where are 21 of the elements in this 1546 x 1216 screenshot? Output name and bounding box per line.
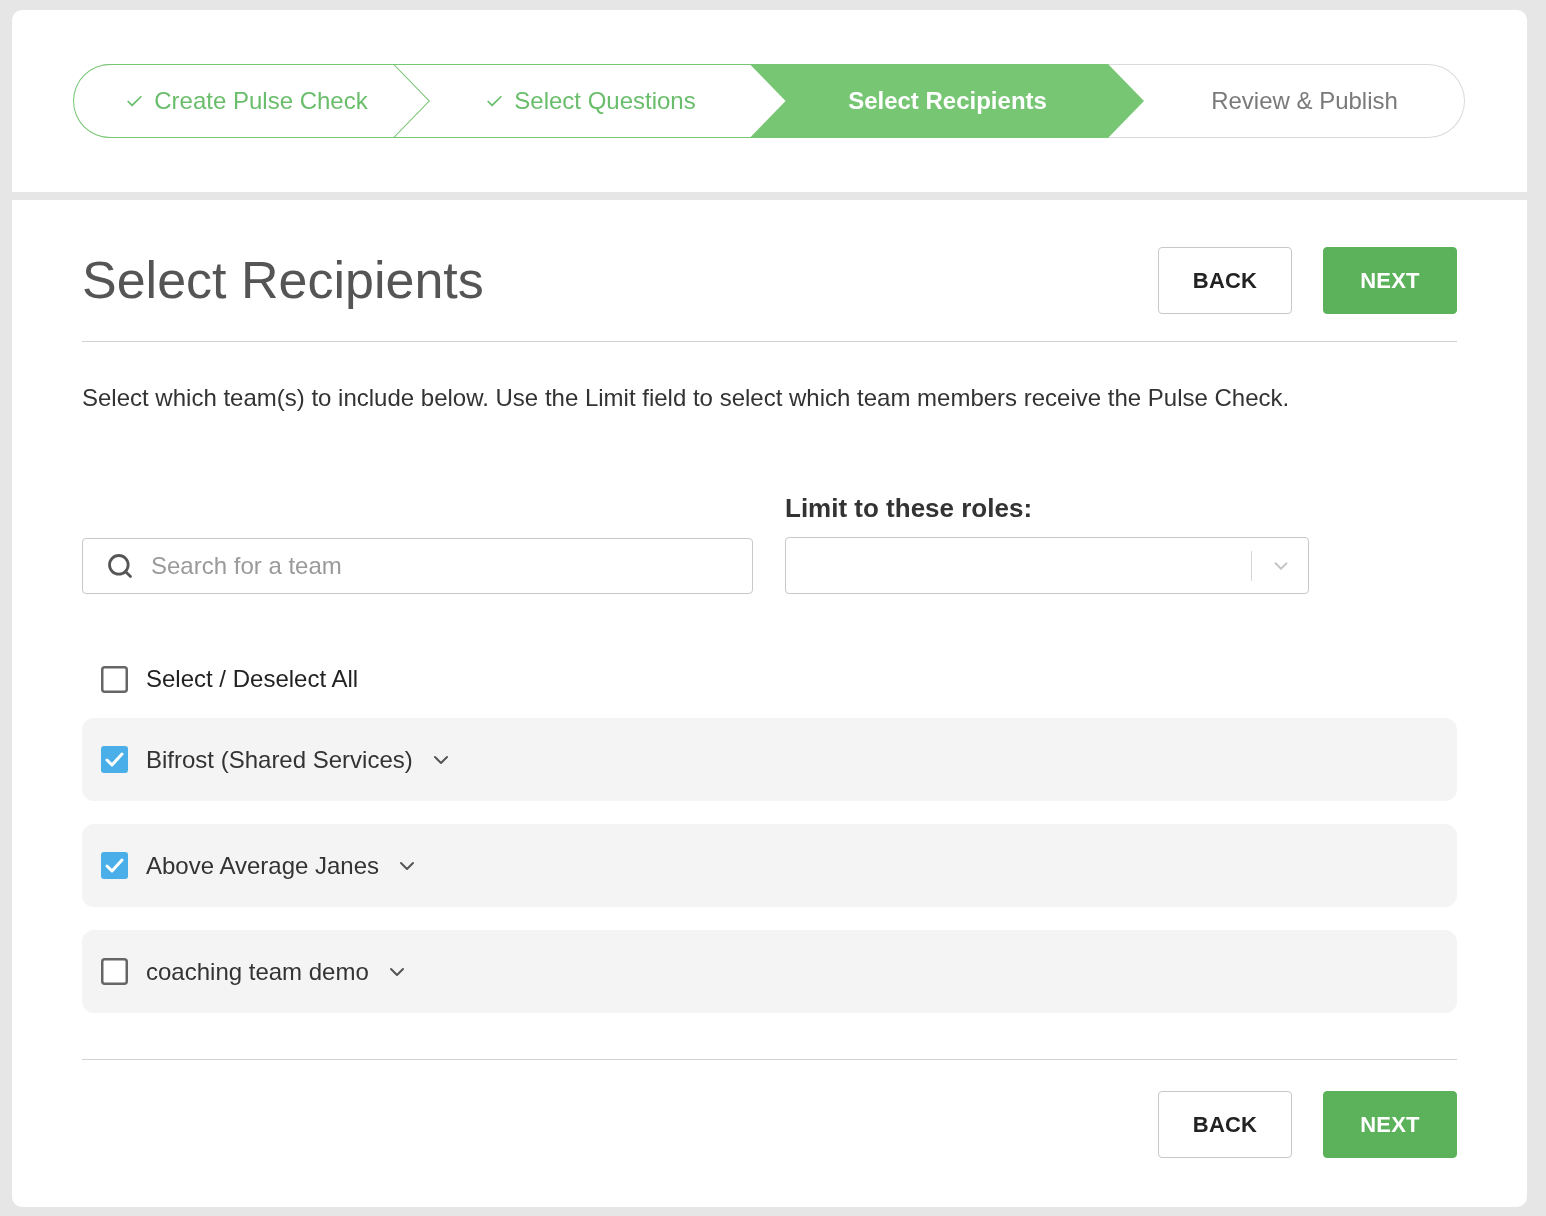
team-name: coaching team demo <box>146 957 369 986</box>
search-icon <box>106 552 134 580</box>
next-button[interactable]: NEXT <box>1323 247 1457 314</box>
step-tab[interactable]: Select Recipients <box>787 64 1144 138</box>
back-button[interactable]: BACK <box>1158 247 1292 314</box>
next-button[interactable]: NEXT <box>1323 1091 1457 1158</box>
search-field[interactable]: Search for a team <box>82 538 753 594</box>
team-name: Above Average Janes <box>146 851 380 880</box>
step-tab[interactable]: Review & Publish <box>1144 64 1465 138</box>
field-label: Limit to these roles: <box>785 493 1034 523</box>
team-name: Bifrost (Shared Services) <box>146 745 413 774</box>
step-tab[interactable]: Select Questions <box>430 64 787 138</box>
checkbox[interactable] <box>101 665 128 693</box>
select-all-label: Select / Deselect All <box>146 665 359 693</box>
step-tab[interactable]: Create Pulse Check <box>73 64 430 138</box>
page-title: Select Recipients <box>82 251 484 310</box>
checkbox[interactable] <box>101 746 128 773</box>
back-button[interactable]: BACK <box>1158 1091 1292 1158</box>
instructions-text: Select which team(s) to include below. Use the Limit field to select which team members receive the Pulse Check. <box>82 383 1291 413</box>
checkbox[interactable] <box>101 852 128 879</box>
checkbox[interactable] <box>101 958 128 985</box>
